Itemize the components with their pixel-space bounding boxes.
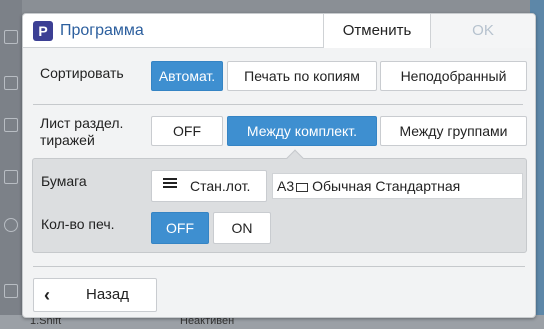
separator-between-groups-button[interactable]: Между группами xyxy=(380,116,527,146)
paper-tray-icon xyxy=(163,178,177,192)
ok-button[interactable]: OK xyxy=(431,14,535,48)
separator-label-line1: Лист раздел. xyxy=(40,115,124,131)
separator-between-sets-button[interactable]: Между комплект. xyxy=(227,116,377,146)
background-check-icon xyxy=(4,218,18,232)
chevron-left-icon: ‹ xyxy=(44,285,50,305)
paper-tray-label: Стан.лот. xyxy=(190,178,251,194)
sort-uncollated-button[interactable]: Неподобранный xyxy=(380,61,527,91)
section-divider xyxy=(33,104,523,105)
back-label: Назад xyxy=(86,286,129,303)
background-doc-icon xyxy=(4,30,18,44)
copies-on-button[interactable]: ON xyxy=(213,212,271,244)
sort-by-copies-button[interactable]: Печать по копиям xyxy=(227,61,377,91)
separator-off-button[interactable]: OFF xyxy=(151,116,223,146)
sort-label: Сортировать xyxy=(40,65,124,81)
program-icon: P xyxy=(33,21,53,41)
background-doc-icon xyxy=(4,118,18,132)
landscape-orientation-icon xyxy=(296,183,309,192)
back-button[interactable]: ‹ Назад xyxy=(33,278,157,312)
background-doc-icon xyxy=(4,170,18,184)
separator-settings-panel: Бумага Стан.лот. A3 Обычная Стандартная К… xyxy=(32,158,527,253)
paper-tray-button[interactable]: Стан.лот. xyxy=(151,170,267,202)
paper-info-field: A3 Обычная Стандартная xyxy=(272,173,523,199)
dialog-titlebar: P Программа Отменить OK xyxy=(23,14,535,48)
background-sidebar xyxy=(0,0,22,329)
copies-off-button[interactable]: OFF xyxy=(151,212,209,244)
background-edit-icon xyxy=(4,284,18,298)
paper-label: Бумага xyxy=(41,173,87,189)
paper-size: A3 xyxy=(277,178,295,194)
separator-label-line2: тиражей xyxy=(40,132,95,148)
dialog-title: Программа xyxy=(60,22,144,39)
sort-auto-button[interactable]: Автомат. xyxy=(151,61,223,91)
cancel-button[interactable]: Отменить xyxy=(323,14,431,48)
copies-label: Кол-во печ. xyxy=(41,216,115,232)
paper-description: Обычная Стандартная xyxy=(312,178,461,194)
background-doc-icon xyxy=(4,76,18,90)
program-dialog: P Программа Отменить OK Сортировать Авто… xyxy=(22,13,536,318)
footer-divider xyxy=(33,266,525,267)
